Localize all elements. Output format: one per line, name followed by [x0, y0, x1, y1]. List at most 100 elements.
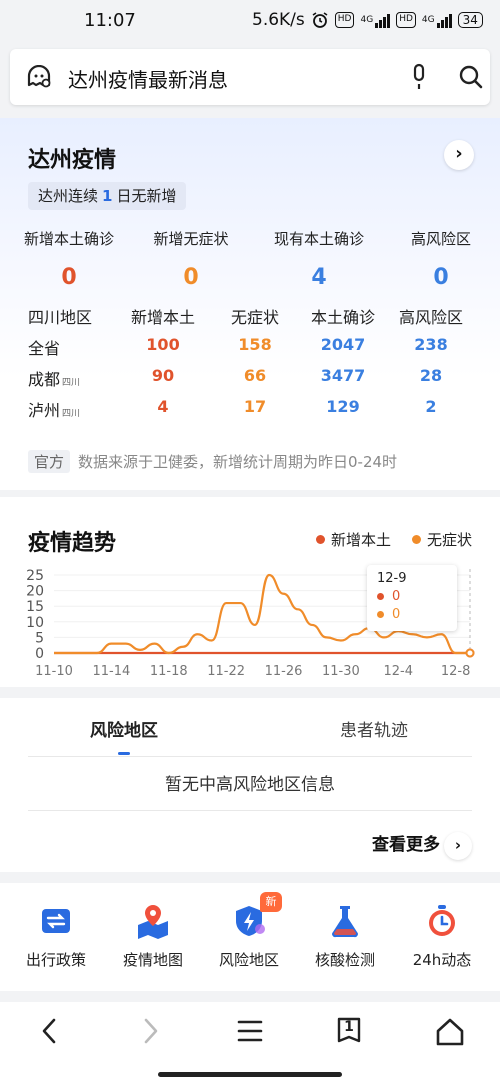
travel-policy-icon: [42, 909, 70, 933]
trend-title: 疫情趋势: [28, 531, 117, 556]
browser-nav-bar: 1: [0, 1002, 500, 1083]
confirmed-cell: 2047: [320, 335, 366, 354]
stat-label: 现有本土确诊: [273, 230, 364, 248]
risk-card: 风险地区 患者轨迹 暂无中高风险地区信息 查看更多 ›: [0, 698, 500, 872]
see-more-button[interactable]: 查看更多 ›: [372, 830, 472, 860]
high-risk-cell: 238: [414, 335, 448, 354]
new-badge: 新: [260, 892, 282, 912]
battery-icon: 34: [457, 12, 483, 28]
summary-card: 达州疫情 › 达州连续 1 日无新增 新增本土确诊 0 新增无症状 0 现有本土确诊…: [0, 118, 500, 490]
menu-icon[interactable]: [236, 1016, 264, 1046]
data-source-note: 官方 数据来源于卫健委，新增统计周期为昨日0-24时: [28, 450, 397, 473]
region-province: 四川: [62, 409, 81, 419]
tooltip-row-asymptomatic: 0: [377, 607, 447, 622]
x-tick-label: 11-14: [92, 664, 130, 679]
legend-dot: [316, 535, 325, 544]
tab-patient-track[interactable]: 患者轨迹: [340, 716, 408, 741]
tool-risk-area[interactable]: 风险地区: [204, 903, 294, 970]
network-type-1: 4G: [360, 15, 374, 25]
x-tick-label: 11-22: [207, 664, 245, 679]
status-time: 11:07: [84, 10, 136, 31]
y-tick-label: 0: [35, 646, 44, 662]
assistant-logo-icon[interactable]: [26, 65, 52, 89]
nucleic-test-icon: [332, 906, 358, 938]
data-point: [465, 648, 475, 658]
y-tick-label: 20: [26, 584, 44, 600]
y-tick-label: 25: [26, 568, 44, 584]
tool-epidemic-map[interactable]: 疫情地图: [108, 903, 198, 970]
high-risk-cell: 28: [419, 366, 443, 385]
forward-icon[interactable]: [138, 1016, 162, 1046]
tooltip-date: 12-9: [377, 571, 407, 586]
region-province: 四川: [62, 378, 81, 388]
legend-item-new-local[interactable]: 新增本土: [316, 529, 391, 550]
tooltip-row-new-local: 0: [377, 589, 447, 604]
see-more-label: 查看更多: [372, 835, 440, 855]
tool-travel-policy[interactable]: 出行政策: [11, 903, 101, 970]
microphone-icon[interactable]: [408, 63, 430, 91]
summary-title: 达州疫情: [28, 148, 117, 173]
no-new-cases-tag: 达州连续 1 日无新增: [28, 182, 187, 210]
streak-suffix: 日无新增: [116, 187, 177, 205]
legend-label: 新增本土: [331, 531, 392, 549]
tabs-button[interactable]: 1: [334, 1014, 364, 1048]
region-table: 四川地区 新增本土 无症状 本土确诊 高风险区 全省 100 158 2047 …: [28, 304, 478, 428]
asymptomatic-cell: 158: [238, 335, 272, 354]
network-type-2: 4G: [421, 15, 435, 25]
table-row[interactable]: 全省 100 158 2047 238: [28, 335, 478, 366]
tool-label: 风险地区: [218, 951, 279, 969]
stat-current-confirmed: 现有本土确诊 4: [264, 228, 374, 290]
epidemic-map-icon: [138, 905, 168, 939]
status-icons: 5.6K/s HD 4G HD 4G 34: [252, 10, 483, 30]
y-tick-label: 5: [35, 630, 44, 646]
chevron-right-icon: ›: [444, 832, 472, 860]
empty-risk-message: 暂无中高风险地区信息: [165, 775, 335, 795]
y-tick-label: 15: [26, 599, 44, 615]
search-bar[interactable]: 达州疫情最新消息: [10, 49, 490, 105]
high-risk-cell: 2: [425, 397, 437, 416]
tool-24h-updates[interactable]: 24h动态: [397, 903, 487, 970]
tab-risk-area[interactable]: 风险地区: [90, 716, 158, 741]
clock-24h-icon: [429, 905, 455, 936]
table-header: 新增本土: [130, 308, 195, 327]
legend-label: 无症状: [427, 531, 473, 549]
x-tick-label: 11-30: [322, 664, 360, 679]
divider: [28, 810, 472, 811]
divider: [28, 756, 472, 757]
search-input[interactable]: 达州疫情最新消息: [68, 64, 228, 93]
table-header: 高风险区: [398, 308, 463, 327]
tab-count: 1: [344, 1019, 354, 1035]
table-row[interactable]: 泸州 四川 4 17 129 2: [28, 397, 478, 428]
stat-value: 4: [311, 265, 327, 290]
gesture-bar: [158, 1072, 342, 1077]
official-badge: 官方: [28, 450, 71, 473]
hd-icon-1: HD: [334, 12, 355, 28]
new-local-cell: 90: [151, 366, 175, 385]
table-header: 无症状: [230, 308, 279, 327]
stat-new-asymptomatic: 新增无症状 0: [136, 228, 246, 290]
tool-label: 疫情地图: [122, 951, 183, 969]
stat-label: 新增本土确诊: [23, 230, 114, 248]
stat-value: 0: [183, 265, 199, 290]
confirmed-cell: 3477: [320, 366, 366, 385]
x-tick-label: 12-4: [384, 664, 414, 679]
search-icon[interactable]: [458, 64, 484, 90]
stat-high-risk: 高风险区 0: [386, 228, 496, 290]
streak-prefix: 达州连续: [38, 187, 99, 205]
trend-card: 疫情趋势 新增本土 无症状 25 20 15 10 5 0 11-10 11-14 11-18 1…: [0, 497, 500, 687]
tool-label: 24h动态: [412, 951, 472, 969]
legend-item-asymptomatic[interactable]: 无症状: [412, 529, 472, 550]
back-icon[interactable]: [38, 1016, 62, 1046]
x-tick-label: 11-18: [150, 664, 188, 679]
tool-nucleic-test[interactable]: 核酸检测: [300, 903, 390, 970]
stat-label: 高风险区: [410, 230, 471, 248]
signal-icon-2: [436, 12, 452, 28]
signal-icon-1: [375, 12, 391, 28]
summary-more-button[interactable]: ›: [444, 140, 474, 170]
stat-value: 0: [61, 265, 77, 290]
streak-days: 1: [102, 187, 113, 205]
asymptomatic-cell: 17: [243, 397, 267, 416]
home-icon[interactable]: [434, 1016, 466, 1048]
new-local-cell: 100: [146, 335, 180, 354]
table-row[interactable]: 成都 四川 90 66 3477 28: [28, 366, 478, 397]
